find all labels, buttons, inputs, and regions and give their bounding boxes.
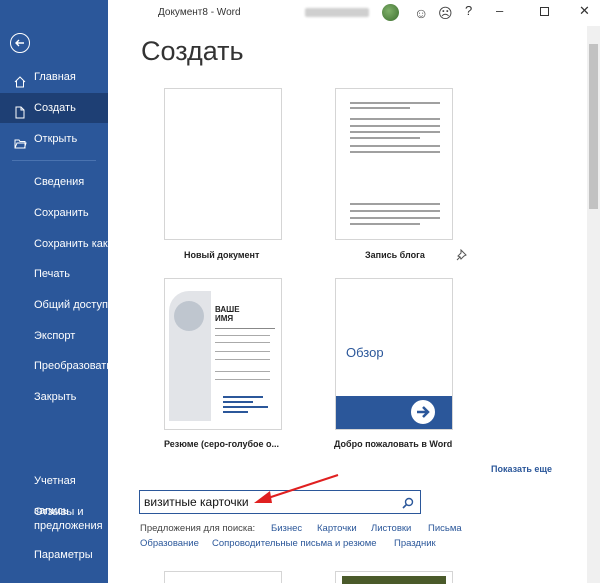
suggestion-link[interactable]: Бизнес	[271, 523, 302, 534]
sidebar-item-info[interactable]: Сведения	[0, 167, 108, 197]
blog-line	[350, 217, 440, 219]
avatar[interactable]	[382, 4, 399, 21]
help-icon[interactable]: ?	[465, 3, 472, 18]
resume-photo	[174, 301, 204, 331]
resume-rule	[215, 342, 270, 343]
blog-line	[350, 102, 440, 104]
suggestions-label: Предложения для поиска:	[140, 523, 256, 534]
template-name: Новый документ	[184, 250, 260, 260]
open-folder-icon	[14, 132, 27, 162]
search-icon[interactable]	[402, 496, 414, 514]
blog-line	[350, 210, 440, 212]
resume-rule	[215, 371, 270, 372]
template-blog-post[interactable]	[335, 88, 453, 240]
template-name: Добро пожаловать в Word	[334, 439, 453, 449]
search-input[interactable]	[144, 494, 394, 510]
sidebar-item-label: Открыть	[34, 133, 78, 145]
sidebar-item-export[interactable]: Экспорт	[0, 321, 108, 351]
resume-name-line: ВАШЕ	[215, 305, 240, 314]
sidebar-item-close[interactable]: Закрыть	[0, 382, 108, 412]
page-title: Создать	[141, 36, 244, 66]
resume-skill-bar	[223, 396, 263, 398]
sidebar-item-label: Печать	[34, 268, 71, 280]
suggestion-link[interactable]: Сопроводительные письма и резюме	[212, 538, 377, 549]
backstage-sidebar: Главная Создать Открыть Сведения Сохрани…	[0, 0, 112, 583]
sidebar-item-print[interactable]: Печать	[0, 259, 108, 289]
resume-skill-bar	[223, 406, 268, 408]
blog-line	[350, 223, 420, 225]
sidebar-item-label: Создать	[34, 102, 76, 114]
sidebar-item-label: Преобразовать	[34, 360, 113, 372]
welcome-text: Обзор	[346, 345, 384, 360]
scrollbar-thumb[interactable]	[589, 44, 598, 209]
sidebar-item-label: Экспорт	[34, 330, 76, 342]
sidebar-item-label: Сведения	[34, 176, 85, 188]
sidebar-item-save[interactable]: Сохранить	[0, 198, 108, 228]
sidebar-item-account[interactable]: Учетная запись	[0, 466, 108, 517]
title-bar: Документ8 - Word ☺ ☹ ? – ✕	[108, 0, 600, 26]
sidebar-item-new[interactable]: Создать	[0, 93, 108, 123]
resume-rule	[215, 328, 275, 329]
show-more-link[interactable]: Показать еще	[491, 464, 552, 474]
smile-icon[interactable]: ☺	[414, 5, 428, 21]
sidebar-item-label: Отзывы и предложения	[34, 506, 103, 532]
sidebar-item-share[interactable]: Общий доступ	[0, 290, 108, 320]
template-thumbnail-partial[interactable]	[335, 571, 453, 584]
sidebar-item-transform[interactable]: Преобразовать	[0, 351, 112, 381]
template-name: Запись блога	[365, 250, 425, 260]
frown-icon[interactable]: ☹	[438, 5, 453, 22]
blog-line	[350, 131, 440, 133]
sidebar-divider	[12, 160, 96, 161]
maximize-icon[interactable]	[540, 4, 549, 19]
template-search-box[interactable]	[139, 490, 421, 514]
blog-line	[350, 145, 440, 147]
sidebar-item-home[interactable]: Главная	[0, 62, 108, 92]
sidebar-item-label: Общий доступ	[34, 299, 108, 311]
suggestion-link[interactable]: Образование	[140, 538, 199, 549]
sidebar-item-label: Сохранить	[34, 207, 89, 219]
arrow-right-icon	[408, 397, 438, 427]
window-title: Документ8 - Word	[158, 7, 241, 18]
blog-line	[350, 125, 440, 127]
vertical-scrollbar[interactable]	[587, 26, 600, 583]
resume-rule	[215, 359, 270, 360]
sidebar-item-label: Закрыть	[34, 391, 77, 403]
template-thumbnail-partial[interactable]	[164, 571, 282, 583]
sidebar-item-label: Главная	[34, 71, 76, 83]
blog-line	[350, 203, 440, 205]
sidebar-item-label: Параметры	[34, 549, 93, 561]
template-welcome[interactable]: Обзор	[335, 278, 453, 430]
close-icon[interactable]: ✕	[579, 3, 590, 19]
resume-rule	[215, 351, 270, 352]
blog-line	[350, 118, 440, 120]
template-name: Резюме (серо-голубое о...	[164, 439, 280, 449]
suggestion-link[interactable]: Листовки	[371, 523, 411, 534]
minimize-icon[interactable]: –	[496, 3, 503, 18]
sidebar-item-save-as[interactable]: Сохранить как	[0, 229, 108, 259]
resume-skill-bar	[223, 411, 248, 413]
resume-name: ВАШЕ ИМЯ	[215, 305, 240, 323]
resume-name-line: ИМЯ	[215, 314, 234, 323]
blog-line	[350, 151, 440, 153]
suggestion-link[interactable]: Праздник	[394, 538, 436, 549]
suggestion-link[interactable]: Карточки	[317, 523, 357, 534]
resume-rule	[215, 335, 270, 336]
suggestion-link[interactable]: Письма	[428, 523, 462, 534]
template-resume[interactable]: ВАШЕ ИМЯ	[164, 278, 282, 430]
pin-icon[interactable]	[455, 248, 467, 266]
sidebar-item-open[interactable]: Открыть	[0, 124, 108, 154]
template-blank-document[interactable]	[164, 88, 282, 240]
blog-line	[350, 107, 410, 109]
resume-skill-bar	[223, 401, 253, 403]
sidebar-item-options[interactable]: Параметры	[0, 540, 108, 570]
back-icon[interactable]	[10, 33, 30, 53]
blog-line	[350, 137, 420, 139]
resume-rule	[215, 379, 270, 380]
user-name[interactable]	[305, 8, 369, 17]
sidebar-item-label: Сохранить как	[34, 238, 108, 250]
sidebar-item-feedback[interactable]: Отзывы и предложения	[0, 503, 108, 537]
